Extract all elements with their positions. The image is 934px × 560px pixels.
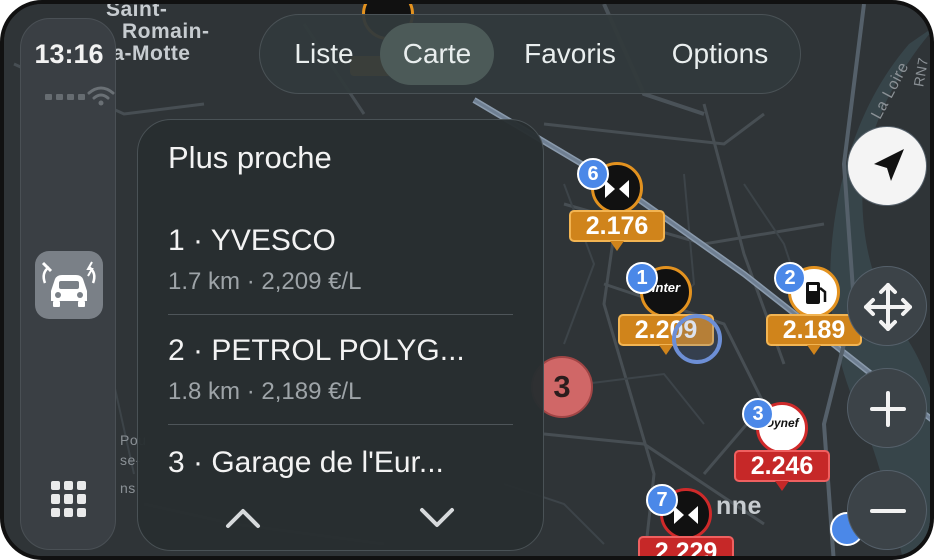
marker-pointer bbox=[807, 345, 821, 355]
map-label-town: ns bbox=[120, 480, 136, 496]
station-price-label: 2.229 bbox=[638, 536, 734, 556]
station-rank-badge: 7 bbox=[646, 484, 678, 516]
nearest-stations-panel: Plus proche 1 · YVESCO 1.7 km · 2,209 €/… bbox=[137, 119, 544, 551]
station-rank-badge: 3 bbox=[742, 398, 774, 430]
station-rank-badge: 2 bbox=[774, 262, 806, 294]
move-arrows-icon bbox=[864, 283, 912, 331]
marker-pointer bbox=[775, 481, 789, 491]
plus-icon bbox=[870, 391, 906, 427]
locate-button[interactable] bbox=[847, 126, 927, 206]
pan-button[interactable] bbox=[847, 266, 927, 346]
zoom-in-button[interactable] bbox=[847, 368, 927, 448]
carplay-screen: Saint- Romain- La-Motte La Loire RN7 nne… bbox=[0, 0, 934, 560]
station-marker-6[interactable]: 6 2.176 bbox=[569, 158, 665, 262]
cellular-signal-icon bbox=[45, 94, 85, 100]
map-label-place: Romain- bbox=[122, 20, 210, 43]
tab-carte[interactable]: Carte bbox=[380, 23, 494, 85]
marker-pointer bbox=[659, 345, 673, 355]
station-marker-7[interactable]: 7 2.229 bbox=[638, 484, 734, 556]
chevron-down-icon[interactable] bbox=[414, 498, 460, 538]
tab-favoris[interactable]: Favoris bbox=[500, 23, 640, 85]
zoom-out-button[interactable] bbox=[847, 470, 927, 550]
list-item[interactable]: 2 · PETROL POLYG... 1.8 km · 2,189 €/L bbox=[168, 334, 513, 406]
divider bbox=[168, 424, 513, 425]
map-label-place: Saint- bbox=[106, 0, 168, 21]
station-distance-price: 1.8 km · 2,189 €/L bbox=[168, 378, 362, 405]
station-price-label: 2.246 bbox=[734, 450, 830, 482]
station-distance-price: 1.7 km · 2,209 €/L bbox=[168, 268, 362, 295]
list-item[interactable]: 1 · YVESCO 1.7 km · 2,209 €/L bbox=[168, 224, 513, 296]
station-rank-badge: 1 bbox=[626, 262, 658, 294]
station-name: 1 · YVESCO bbox=[168, 224, 336, 257]
chevron-up-icon[interactable] bbox=[220, 498, 266, 538]
station-rank-badge: 6 bbox=[577, 158, 609, 190]
station-marker-3[interactable]: Dynef 3 2.246 bbox=[734, 398, 830, 502]
wifi-icon bbox=[87, 86, 115, 106]
navigation-arrow-icon bbox=[874, 149, 904, 181]
station-name: 2 · PETROL POLYG... bbox=[168, 334, 465, 367]
tab-options[interactable]: Options bbox=[646, 23, 794, 85]
current-location-indicator bbox=[672, 314, 722, 364]
station-price-label: 2.176 bbox=[569, 210, 665, 242]
station-name: 3 · Garage de l'Eur... bbox=[168, 446, 444, 479]
view-tabs: Liste Carte Favoris Options bbox=[259, 14, 801, 94]
minus-icon bbox=[870, 509, 906, 513]
panel-title: Plus proche bbox=[168, 140, 332, 175]
status-time: 13:16 bbox=[34, 39, 104, 69]
tab-liste[interactable]: Liste bbox=[268, 23, 380, 85]
fuel-app-icon[interactable] bbox=[35, 251, 103, 319]
marker-pointer bbox=[610, 241, 624, 251]
app-grid-icon[interactable] bbox=[51, 481, 87, 517]
list-item[interactable]: 3 · Garage de l'Eur... bbox=[168, 446, 513, 480]
divider bbox=[168, 314, 513, 315]
carplay-sidebar: 13:16 bbox=[20, 18, 116, 550]
